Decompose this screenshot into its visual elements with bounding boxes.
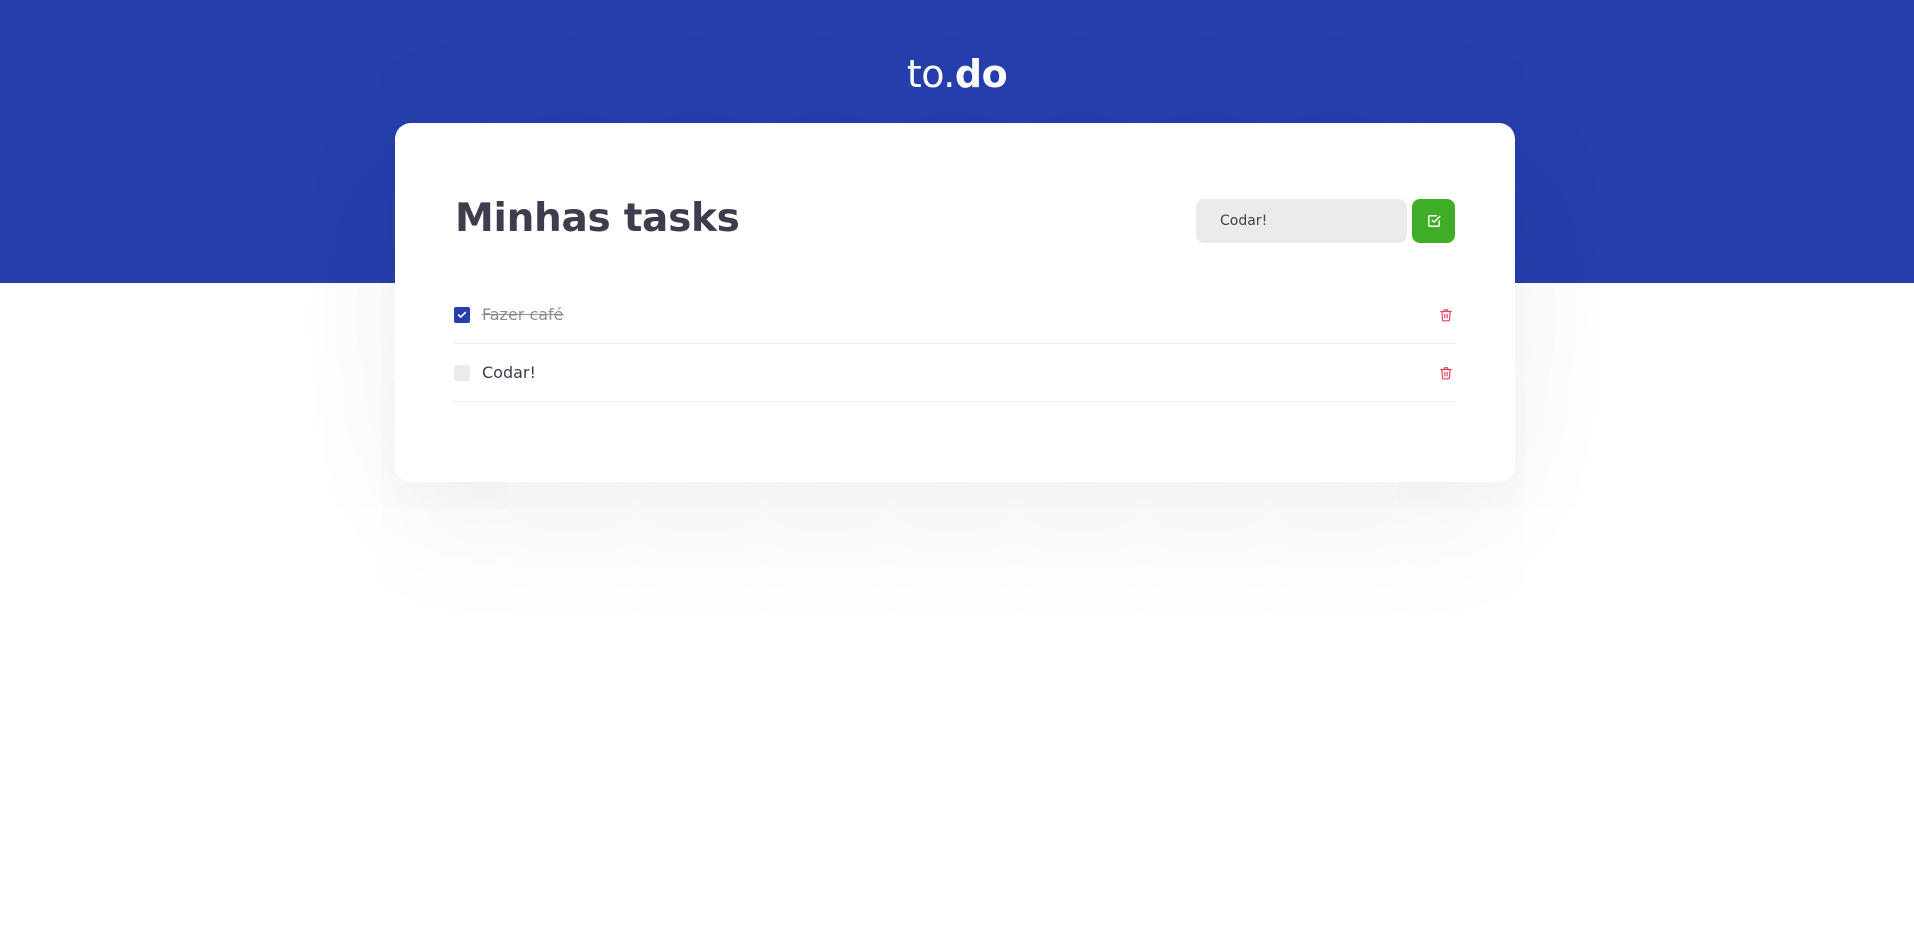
logo-bold: do (954, 52, 1008, 96)
task-title: Codar! (482, 363, 536, 382)
check-square-icon (1427, 214, 1441, 228)
task-checkbox-unchecked[interactable] (454, 364, 470, 381)
delete-task-button[interactable] (1436, 305, 1456, 325)
page-title: Minhas tasks (455, 196, 740, 241)
trash-icon (1439, 365, 1453, 381)
task-card: Minhas tasks Fazer café (395, 123, 1515, 482)
delete-task-button[interactable] (1436, 363, 1456, 383)
logo-light: to. (906, 52, 956, 96)
trash-icon (1439, 307, 1453, 323)
task-checkbox-checked[interactable] (454, 306, 470, 323)
new-task-input[interactable] (1196, 199, 1407, 243)
task-row: Codar! (454, 344, 1456, 402)
task-row: Fazer café (454, 286, 1456, 344)
logo: to.do (0, 52, 1914, 96)
add-task-button[interactable] (1412, 199, 1455, 243)
task-title: Fazer café (482, 305, 564, 324)
check-icon (457, 310, 467, 320)
task-list: Fazer café Codar! (454, 286, 1456, 402)
